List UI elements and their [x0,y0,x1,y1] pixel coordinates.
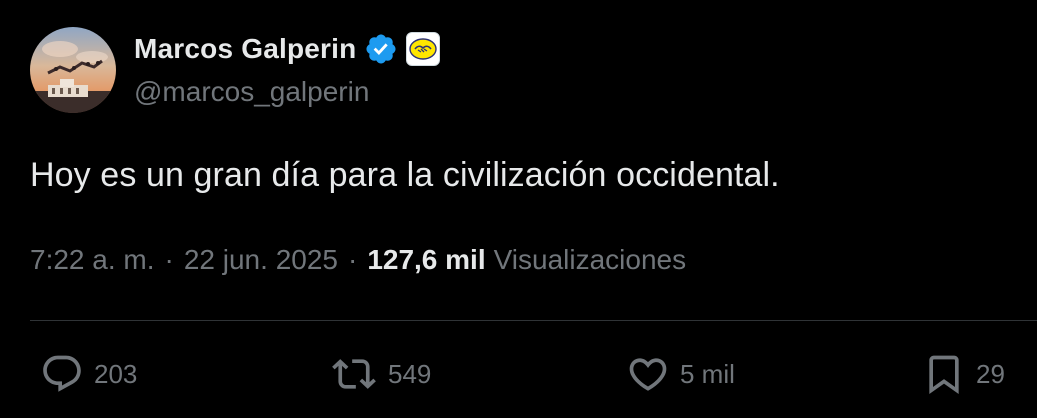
bookmark-icon [929,355,959,395]
handshake-logo-icon [409,38,438,60]
tweet-time[interactable]: 7:22 a. m. [30,244,155,276]
reply-icon [43,355,81,392]
avatar-image [30,27,116,113]
verified-badge-icon[interactable] [364,32,398,66]
tweet-date[interactable]: 22 jun. 2025 [184,244,338,276]
author-display-name[interactable]: Marcos Galperin [134,33,356,65]
tweet-meta: 7:22 a. m. · 22 jun. 2025 · 127,6 mil Vi… [30,244,686,276]
avatar[interactable] [30,27,116,113]
meta-separator: · [347,244,358,275]
meta-separator: · [164,244,174,275]
like-button[interactable]: 5 mil [626,348,735,400]
reply-button[interactable]: 203 [40,348,137,400]
reply-count: 203 [94,358,138,389]
tweet-text: Hoy es un gran día para la civilización … [30,156,780,194]
tweet-card: Marcos Galperin @marcos_galperin Hoy es … [0,0,1037,418]
bookmark-button[interactable]: 29 [922,348,1005,400]
author-row: Marcos Galperin [134,30,441,68]
author-handle[interactable]: @marcos_galperin [134,76,369,108]
retweet-count: 549 [388,358,432,389]
retweet-icon [332,359,376,389]
like-count: 5 mil [680,358,735,389]
views-count: 127,6 mil [367,244,486,275]
views-label: Visualizaciones [493,244,687,275]
affiliate-badge-icon[interactable] [406,32,441,66]
action-bar: 203 549 5 mil 29 [0,348,1037,400]
divider [30,320,1037,321]
bookmark-count: 29 [976,358,1005,389]
retweet-button[interactable]: 549 [330,348,431,400]
heart-icon [629,358,667,391]
